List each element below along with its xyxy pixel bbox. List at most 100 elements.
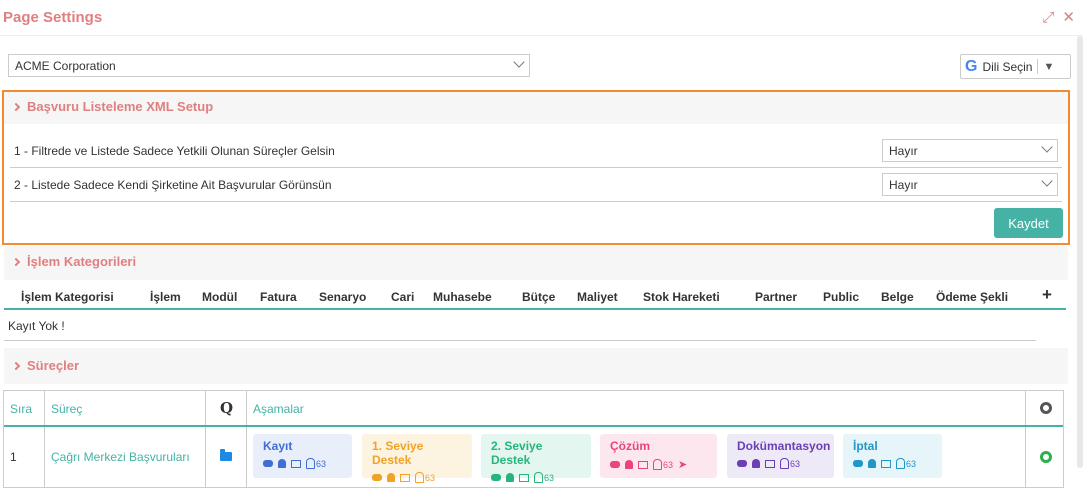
column-header: Modül (202, 290, 238, 304)
mail-icon[interactable] (400, 473, 410, 482)
chevron-right-icon (11, 361, 21, 370)
column-header-stages: Aşamalar (253, 402, 304, 416)
category-table: İşlem Kategorisi İşlem Modül Fatura Sena… (4, 282, 1066, 341)
category-section-title-text: İşlem Kategorileri (27, 254, 137, 269)
language-select-button[interactable]: G Dili Seçin ▼ (960, 54, 1071, 79)
column-header: Belge (881, 290, 914, 304)
folder-icon[interactable] (220, 449, 232, 461)
company-select[interactable]: ACME Corporation (8, 54, 530, 77)
save-button[interactable]: Kaydet (994, 208, 1063, 238)
stage-icons: 63 (372, 472, 462, 483)
stage-icons: 63 (737, 458, 824, 469)
window-buttons: ⤢ ✕ (1042, 10, 1075, 25)
stage-card[interactable]: 2. Seviye Destek 63 (481, 434, 591, 483)
process-name-link[interactable]: Çağrı Merkezi Başvuruları (51, 450, 190, 464)
stage-card[interactable]: Kayıt 63 (253, 434, 352, 478)
category-section-title[interactable]: İşlem Kategorileri (11, 254, 137, 269)
xml-setting-select-value: Hayır (889, 144, 918, 158)
column-header: Partner (755, 290, 798, 304)
user-count-icon[interactable]: 63 (534, 472, 554, 483)
stage-icons: 63 (263, 458, 342, 469)
column-header: İşlem (150, 290, 181, 304)
lifebuoy-icon[interactable] (1040, 451, 1052, 463)
user-count-icon[interactable]: 63 (896, 458, 916, 469)
category-table-header: İşlem Kategorisi İşlem Modül Fatura Sena… (4, 282, 1066, 310)
chevron-right-icon (11, 257, 21, 266)
stage-name: Dokümantasyon (737, 439, 831, 453)
google-icon: G (965, 57, 978, 75)
process-order: 1 (10, 450, 17, 464)
chat-icon[interactable] (372, 474, 382, 481)
chevron-down-icon (1041, 141, 1053, 153)
mail-icon[interactable] (765, 459, 775, 468)
xml-setup-panel: Başvuru Listeleme XML Setup 1 - Filtrede… (2, 90, 1070, 245)
bell-icon[interactable] (506, 473, 514, 482)
page-settings-window: Page Settings ⤢ ✕ ACME Corporation G Dil… (0, 0, 1083, 497)
user-count-icon[interactable]: 63 (653, 459, 673, 470)
window-titlebar: Page Settings ⤢ ✕ (0, 0, 1083, 36)
column-header: Cari (391, 290, 415, 304)
user-count-icon[interactable]: 63 (780, 458, 800, 469)
chevron-down-icon (513, 56, 525, 68)
mail-icon[interactable] (291, 459, 301, 468)
stage-name: 2. Seviye Destek (491, 439, 543, 467)
stage-card[interactable]: İptal 63 (843, 434, 942, 478)
stage-card[interactable]: 1. Seviye Destek 63 (362, 434, 472, 483)
user-count-icon[interactable]: 63 (415, 472, 435, 483)
xml-setup-title[interactable]: Başvuru Listeleme XML Setup (11, 99, 214, 114)
column-header: Maliyet (577, 290, 618, 304)
column-header: Muhasebe (433, 290, 492, 304)
bell-icon[interactable] (868, 459, 876, 468)
language-label: Dili Seçin (982, 59, 1033, 74)
xml-setting-row: 1 - Filtrede ve Listede Sadece Yetkili O… (10, 134, 1062, 168)
divider (1037, 59, 1039, 74)
table-row: 1 Çağrı Merkezi Başvuruları Kayıt 63 1. … (4, 429, 1063, 487)
xml-setting-label: 1 - Filtrede ve Listede Sadece Yetkili O… (14, 143, 335, 158)
company-select-value: ACME Corporation (15, 59, 116, 73)
close-icon[interactable]: ✕ (1062, 10, 1075, 25)
xml-setup-title-text: Başvuru Listeleme XML Setup (27, 99, 214, 114)
xml-setting-row: 2 - Listede Sadece Kendi Şirketine Ait B… (10, 168, 1062, 202)
process-table: Sıra Süreç Q Aşamalar 1 Çağrı Merkezi Ba… (3, 390, 1064, 488)
chat-icon[interactable] (737, 460, 747, 467)
column-header: Bütçe (522, 290, 556, 304)
process-section-header[interactable] (4, 348, 1068, 384)
bell-icon[interactable] (625, 460, 633, 469)
column-header-order: Sıra (10, 402, 33, 416)
process-table-header: Sıra Süreç Q Aşamalar (4, 391, 1063, 427)
stage-name: İptal (853, 439, 878, 453)
chat-icon[interactable] (491, 474, 501, 481)
chevron-down-icon (1041, 175, 1053, 187)
chevron-right-icon (11, 102, 21, 111)
bell-icon[interactable] (387, 473, 395, 482)
chat-icon[interactable] (853, 460, 863, 467)
window-title: Page Settings (3, 9, 103, 26)
column-header: Public (823, 290, 860, 304)
vertical-scrollbar[interactable] (1077, 36, 1083, 468)
bell-icon[interactable] (752, 459, 760, 468)
mail-icon[interactable] (519, 473, 529, 482)
stage-card[interactable]: Dokümantasyon 63 (727, 434, 834, 478)
stage-icons: 63 ➤ (610, 458, 707, 471)
stage-name: 1. Seviye Destek (372, 439, 424, 467)
process-section-title[interactable]: Süreçler (11, 358, 79, 373)
category-section-header[interactable] (4, 246, 1068, 280)
stage-card[interactable]: Çözüm 63 ➤ (600, 434, 717, 478)
stage-icons: 63 (853, 458, 932, 469)
mail-icon[interactable] (638, 460, 648, 469)
column-header: Stok Hareketi (643, 290, 720, 304)
mail-icon[interactable] (881, 459, 891, 468)
stage-name: Çözüm (610, 439, 650, 453)
bell-icon[interactable] (278, 459, 286, 468)
maximize-icon[interactable]: ⤢ (1042, 10, 1054, 25)
chat-icon[interactable] (263, 460, 273, 467)
column-header: Senaryo (319, 290, 367, 304)
xml-setting-select[interactable]: Hayır (882, 139, 1058, 162)
xml-setting-select[interactable]: Hayır (882, 173, 1058, 196)
chat-icon[interactable] (610, 461, 620, 468)
rocket-icon[interactable]: ➤ (678, 458, 687, 471)
dropdown-arrow-icon: ▼ (1043, 60, 1055, 73)
column-header: İşlem Kategorisi (21, 290, 114, 304)
add-category-button[interactable]: + (1042, 285, 1052, 305)
user-count-icon[interactable]: 63 (306, 458, 326, 469)
